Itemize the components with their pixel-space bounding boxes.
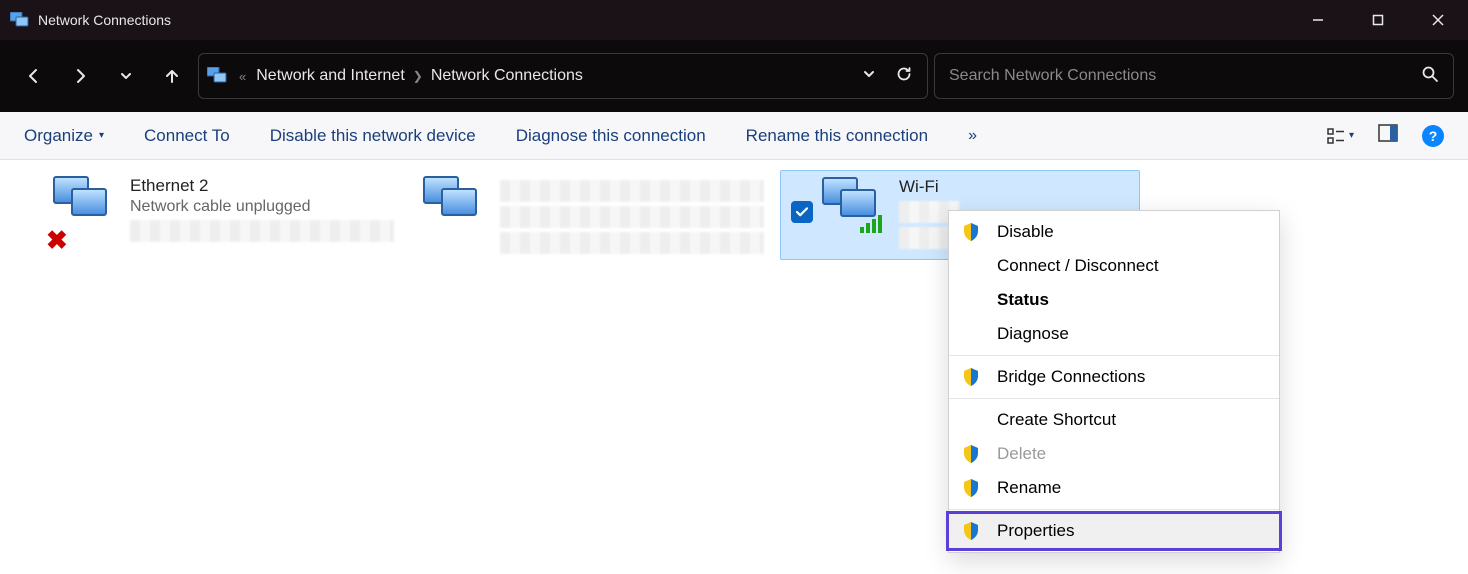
menu-item-status[interactable]: Status [949,283,1279,317]
search-icon[interactable] [1421,65,1439,88]
preview-pane-button[interactable] [1378,124,1398,147]
menu-item-bridge[interactable]: Bridge Connections [949,360,1279,394]
rename-connection-button[interactable]: Rename this connection [746,126,928,146]
up-button[interactable] [152,56,192,96]
menu-item-diagnose[interactable]: Diagnose [949,317,1279,351]
help-button[interactable]: ? [1422,125,1444,147]
connect-to-button[interactable]: Connect To [144,126,230,146]
organize-menu[interactable]: Organize ▾ [24,126,104,146]
recent-locations-button[interactable] [106,56,146,96]
menu-item-delete: Delete [949,437,1279,471]
command-bar: Organize ▾ Connect To Disable this netwo… [0,112,1468,160]
shield-icon [961,478,981,498]
minimize-button[interactable] [1288,0,1348,40]
menu-separator [949,355,1279,356]
shield-icon [961,367,981,387]
shield-icon [961,444,981,464]
titlebar: Network Connections [0,0,1468,40]
adapter-name: Wi-Fi [899,177,1133,197]
adapter-device-label [130,220,394,242]
address-bar[interactable]: « Network and Internet ❯ Network Connect… [198,53,928,99]
menu-item-properties[interactable]: Properties [949,514,1279,548]
adapter-item-redacted[interactable] [410,170,770,260]
network-adapter-icon [416,176,490,240]
chevron-down-icon: ▾ [99,130,104,141]
menu-item-rename[interactable]: Rename [949,471,1279,505]
chevron-down-icon: ▾ [1349,130,1354,141]
window-title: Network Connections [38,12,171,28]
shield-icon [961,521,981,541]
address-dropdown-button[interactable] [861,66,877,87]
adapter-device-label [500,232,764,254]
search-input[interactable] [949,67,1421,85]
menu-item-create-shortcut[interactable]: Create Shortcut [949,403,1279,437]
close-button[interactable] [1408,0,1468,40]
app-icon [10,12,30,28]
disable-device-button[interactable]: Disable this network device [270,126,476,146]
navbar: « Network and Internet ❯ Network Connect… [0,40,1468,112]
search-box[interactable] [934,53,1454,99]
breadcrumb-overflow-icon[interactable]: « [239,69,246,84]
chevron-right-icon: ❯ [413,69,423,83]
adapter-status [500,206,764,228]
forward-button[interactable] [60,56,100,96]
error-icon: ✖ [46,225,68,256]
view-options-button[interactable]: ▾ [1327,127,1354,145]
back-button[interactable] [14,56,54,96]
menu-separator [949,509,1279,510]
menu-item-disable[interactable]: Disable [949,215,1279,249]
network-adapter-icon [815,177,889,241]
toolbar-overflow-button[interactable]: » [968,127,979,145]
diagnose-connection-button[interactable]: Diagnose this connection [516,126,706,146]
menu-separator [949,398,1279,399]
adapter-name [500,180,764,202]
adapter-status: Network cable unplugged [130,198,394,216]
context-menu: Disable Connect / Disconnect Status Diag… [948,210,1280,553]
breadcrumb-item[interactable]: Network Connections [431,67,583,85]
location-icon [207,67,229,85]
adapter-item-ethernet2[interactable]: ✖ Ethernet 2 Network cable unplugged [40,170,400,260]
breadcrumb: « Network and Internet ❯ Network Connect… [239,67,851,85]
maximize-button[interactable] [1348,0,1408,40]
adapter-name: Ethernet 2 [130,176,394,196]
menu-item-connect-disconnect[interactable]: Connect / Disconnect [949,249,1279,283]
breadcrumb-item[interactable]: Network and Internet [256,67,405,85]
refresh-button[interactable] [895,65,913,88]
selected-check-icon [791,201,813,223]
shield-icon [961,222,981,242]
